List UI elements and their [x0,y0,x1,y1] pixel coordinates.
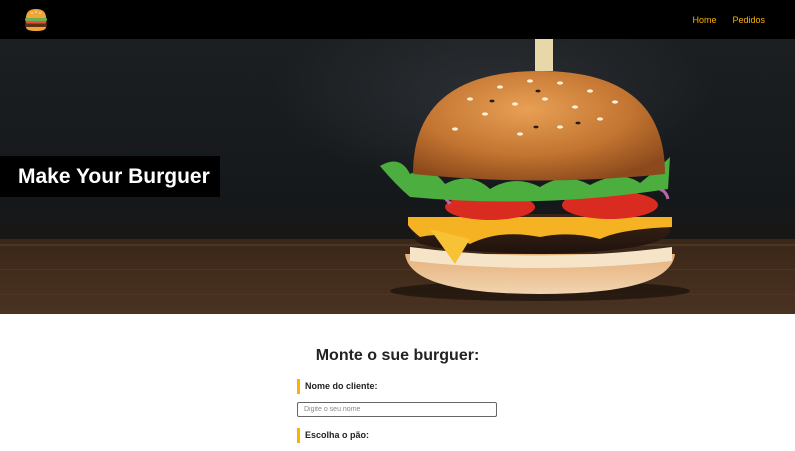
burger-form: Monte o sue burguer: Nome do cliente: Es… [0,314,795,451]
customer-name-input[interactable] [297,402,497,417]
customer-name-label: Nome do cliente: [297,379,378,394]
nav-link-pedidos[interactable]: Pedidos [732,15,765,25]
hero-title: Make Your Burguer [0,156,220,197]
form-title: Monte o sue burguer: [315,347,480,364]
navbar: Home Pedidos [0,0,795,39]
nav-links: Home Pedidos [692,15,765,25]
burger-logo-icon[interactable] [24,7,48,33]
hero-banner: Make Your Burguer [0,39,795,314]
bread-select-label: Escolha o pão: [297,428,369,443]
nav-link-home[interactable]: Home [692,15,716,25]
